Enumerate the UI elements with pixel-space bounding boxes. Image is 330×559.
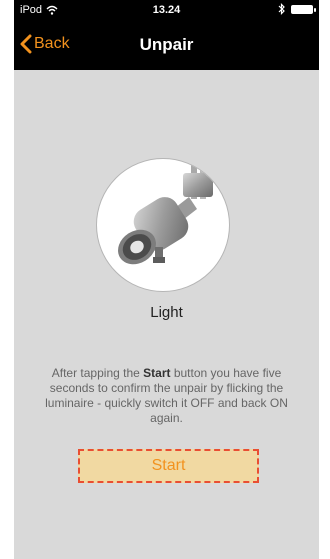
instructions-prefix: After tapping the xyxy=(51,366,144,380)
app-screen: iPod 13.24 Back Unpair Light After tappi… xyxy=(14,0,319,559)
bluetooth-icon xyxy=(278,3,285,15)
instructions-bold: Start xyxy=(143,366,171,380)
product-image xyxy=(96,158,230,292)
spotlight-luminaire-icon xyxy=(118,159,213,265)
status-bar: iPod 13.24 xyxy=(14,0,319,22)
start-button-label: Start xyxy=(151,457,186,474)
status-right xyxy=(278,3,316,15)
page-title: Unpair xyxy=(139,35,194,54)
unpair-instructions: After tapping the Start button you have … xyxy=(34,366,299,426)
navigation-bar: Back Unpair xyxy=(14,22,319,70)
start-button[interactable]: Start xyxy=(78,449,259,483)
product-name: Light xyxy=(150,304,183,321)
status-time: 13.24 xyxy=(152,4,181,16)
battery-icon xyxy=(291,4,316,14)
